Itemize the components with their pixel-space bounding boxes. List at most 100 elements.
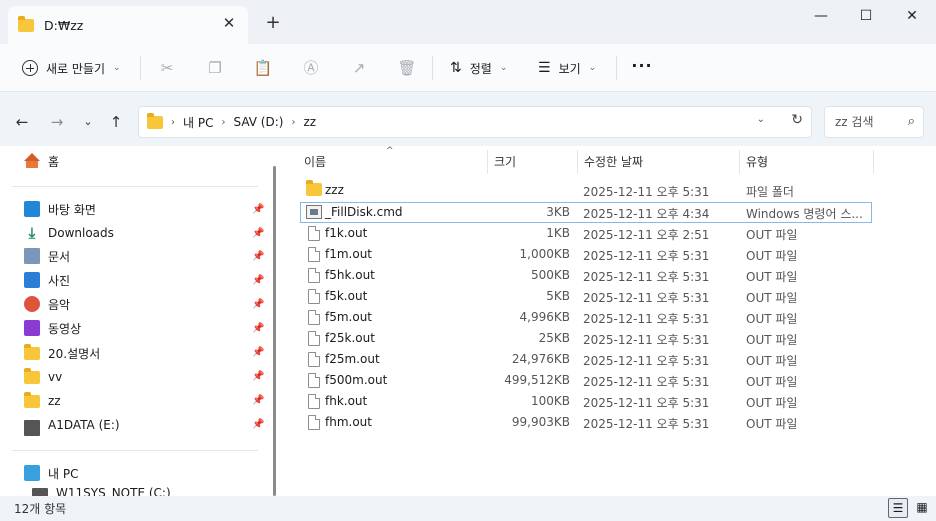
file-date: 2025-12-11 오후 5:31 xyxy=(583,333,710,347)
computer-icon xyxy=(24,465,40,481)
file-name: f1k.out xyxy=(325,226,368,240)
sidebar-item-music[interactable]: 음악 xyxy=(24,293,70,315)
title-bar: D:₩zz ✕ + — ☐ ✕ xyxy=(0,0,936,44)
file-icon xyxy=(308,226,320,241)
file-name: f25m.out xyxy=(325,352,380,366)
minimize-button[interactable]: — xyxy=(798,4,844,28)
tiles-view-icon[interactable]: ▦ xyxy=(912,498,932,518)
file-date: 2025-12-11 오후 5:31 xyxy=(583,270,710,284)
pictures-icon xyxy=(24,272,40,288)
forward-button[interactable]: → xyxy=(45,110,69,134)
paste-icon[interactable]: 📋 xyxy=(251,56,275,80)
sidebar-item-a1data[interactable]: A1DATA (E:) xyxy=(24,414,120,436)
pin-icon[interactable]: 📌 xyxy=(252,395,264,406)
command-bar: 새로 만들기 ⌄ ✂ ❐ 📋 Ⓐ ↗ 🗑 ⇅ 정렬 ⌄ ☰ 보기 ⌄ ··· xyxy=(0,44,936,92)
file-type: OUT 파일 xyxy=(746,228,798,242)
search-input[interactable]: zz 검색 ⌕ xyxy=(824,106,924,138)
sidebar-item-label: W11SYS_NOTE (C:) xyxy=(56,486,171,496)
new-tab-button[interactable]: + xyxy=(262,12,284,34)
sidebar-item-this-pc[interactable]: 내 PC xyxy=(24,462,78,484)
sidebar-item-vv[interactable]: vv xyxy=(24,366,62,388)
file-row[interactable]: fhm.out 99,903KB 2025-12-11 오후 5:31 OUT … xyxy=(300,412,872,433)
file-row[interactable]: f25k.out 25KB 2025-12-11 오후 5:31 OUT 파일 xyxy=(300,328,872,349)
sidebar-item-system-drive[interactable]: W11SYS_NOTE (C:) xyxy=(32,486,171,496)
sidebar-item-downloads[interactable]: ⤓ Downloads xyxy=(24,222,114,244)
file-type: OUT 파일 xyxy=(746,333,798,347)
sidebar-scrollbar[interactable] xyxy=(273,166,276,496)
folder-icon xyxy=(24,391,40,408)
file-row[interactable]: f1k.out 1KB 2025-12-11 오후 2:51 OUT 파일 xyxy=(300,223,872,244)
up-button[interactable]: ↑ xyxy=(104,110,128,134)
breadcrumb-folder[interactable]: zz xyxy=(303,115,316,129)
file-type: OUT 파일 xyxy=(746,270,798,284)
file-row[interactable]: f5hk.out 500KB 2025-12-11 오후 5:31 OUT 파일 xyxy=(300,265,872,286)
address-history-chevron-icon[interactable]: ⌄ xyxy=(757,114,765,125)
sidebar-item-label: A1DATA (E:) xyxy=(48,418,120,432)
pin-icon[interactable]: 📌 xyxy=(252,299,264,310)
sidebar-item-videos[interactable]: 동영상 xyxy=(24,317,81,339)
column-header-size[interactable]: 크기 xyxy=(488,150,578,174)
file-date: 2025-12-11 오후 5:31 xyxy=(583,417,710,431)
address-bar[interactable]: › 내 PC › SAV (D:) › zz ⌄ ↻ xyxy=(138,106,812,138)
close-window-button[interactable]: ✕ xyxy=(889,4,935,28)
sidebar-item-desktop[interactable]: 바탕 화면 xyxy=(24,198,96,220)
divider xyxy=(616,56,617,80)
sidebar-item-pictures[interactable]: 사진 xyxy=(24,269,70,291)
details-view-icon[interactable]: ☰ xyxy=(888,498,908,518)
share-icon[interactable]: ↗ xyxy=(347,56,371,80)
file-icon xyxy=(308,289,320,304)
copy-icon[interactable]: ❐ xyxy=(203,56,227,80)
new-button[interactable]: 새로 만들기 ⌄ xyxy=(14,53,129,83)
sidebar-item-label: 홈 xyxy=(48,154,60,169)
view-button-label: 보기 xyxy=(558,61,581,76)
breadcrumb-drive[interactable]: SAV (D:) xyxy=(233,115,283,129)
back-button[interactable]: ← xyxy=(10,110,34,134)
pin-icon[interactable]: 📌 xyxy=(252,228,264,239)
file-icon xyxy=(308,247,320,262)
refresh-icon[interactable]: ↻ xyxy=(791,112,803,128)
sidebar-item-home[interactable]: 홈 xyxy=(24,150,59,172)
sidebar-item-label: 동영상 xyxy=(48,321,82,336)
pin-icon[interactable]: 📌 xyxy=(252,371,264,382)
column-header-type[interactable]: 유형 xyxy=(740,150,874,174)
breadcrumb-pc[interactable]: 내 PC xyxy=(183,114,213,131)
file-row[interactable]: f5k.out 5KB 2025-12-11 오후 5:31 OUT 파일 xyxy=(300,286,872,307)
file-size: 4,996KB xyxy=(519,310,570,324)
tab-current[interactable]: D:₩zz ✕ xyxy=(8,6,248,44)
file-size: 100KB xyxy=(530,394,570,408)
pin-icon[interactable]: 📌 xyxy=(252,275,264,286)
file-row[interactable]: _FillDisk.cmd 3KB 2025-12-11 오후 4:34 Win… xyxy=(300,202,872,223)
sidebar-item-manuals[interactable]: 20.설명서 xyxy=(24,342,100,364)
file-row[interactable]: f1m.out 1,000KB 2025-12-11 오후 5:31 OUT 파… xyxy=(300,244,872,265)
file-name: f5m.out xyxy=(325,310,373,324)
file-type: OUT 파일 xyxy=(746,312,798,326)
pin-icon[interactable]: 📌 xyxy=(252,323,264,334)
sidebar-item-zz[interactable]: zz xyxy=(24,390,61,412)
pin-icon[interactable]: 📌 xyxy=(252,419,264,430)
file-row[interactable]: fhk.out 100KB 2025-12-11 오후 5:31 OUT 파일 xyxy=(300,391,872,412)
delete-icon[interactable]: 🗑 xyxy=(395,56,419,80)
file-row[interactable]: zzz 2025-12-11 오후 5:31 파일 폴더 xyxy=(300,180,872,201)
close-tab-icon[interactable]: ✕ xyxy=(220,14,238,32)
recent-locations-button[interactable]: ⌄ xyxy=(76,110,100,134)
more-options-button[interactable]: ··· xyxy=(628,53,656,83)
sidebar-item-documents[interactable]: 문서 xyxy=(24,245,70,267)
file-date: 2025-12-11 오후 5:31 xyxy=(583,375,710,389)
chevron-down-icon: ⌄ xyxy=(113,63,121,73)
view-button[interactable]: ☰ 보기 ⌄ xyxy=(532,53,602,83)
file-row[interactable]: f5m.out 4,996KB 2025-12-11 오후 5:31 OUT 파… xyxy=(300,307,872,328)
pin-icon[interactable]: 📌 xyxy=(252,251,264,262)
pin-icon[interactable]: 📌 xyxy=(252,204,264,215)
file-row[interactable]: f500m.out 499,512KB 2025-12-11 오후 5:31 O… xyxy=(300,370,872,391)
folder-icon xyxy=(18,15,34,32)
maximize-button[interactable]: ☐ xyxy=(843,4,889,28)
file-size: 499,512KB xyxy=(504,373,570,387)
file-row[interactable]: f25m.out 24,976KB 2025-12-11 오후 5:31 OUT… xyxy=(300,349,872,370)
sort-button[interactable]: ⇅ 정렬 ⌄ xyxy=(444,53,513,83)
file-date: 2025-12-11 오후 5:31 xyxy=(583,291,710,305)
pin-icon[interactable]: 📌 xyxy=(252,347,264,358)
rename-icon[interactable]: Ⓐ xyxy=(299,56,323,80)
navigation-pane: 홈 바탕 화면 📌 ⤓ Downloads 📌 문서 📌 사진 📌 음악 📌 동… xyxy=(0,146,284,496)
column-header-date[interactable]: 수정한 날짜 xyxy=(578,150,740,174)
cut-icon[interactable]: ✂ xyxy=(155,56,179,80)
